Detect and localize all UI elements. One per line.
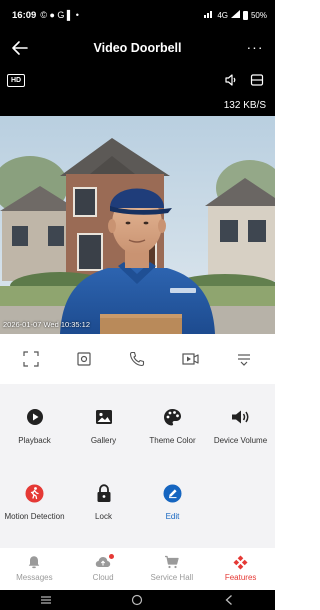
menu-lines-icon xyxy=(40,596,51,604)
feature-theme-color[interactable]: Theme Color xyxy=(138,406,207,446)
feature-label: Gallery xyxy=(90,436,117,445)
feature-playback[interactable]: Playback xyxy=(0,406,69,446)
edit-icon xyxy=(162,482,184,504)
cart-icon xyxy=(164,554,180,570)
feature-motion-detection[interactable]: Motion Detection xyxy=(0,482,69,522)
record-icon xyxy=(182,353,199,365)
feature-label: Playback xyxy=(18,436,51,445)
battery-level: 50% xyxy=(250,10,267,20)
bottom-navigation: Messages Cloud Service Hall Features xyxy=(0,548,275,590)
more-options-button[interactable]: ··· xyxy=(243,36,267,60)
lock-icon xyxy=(93,482,115,504)
nav-cloud[interactable]: Cloud xyxy=(69,554,137,582)
feature-edit[interactable]: Edit xyxy=(138,482,207,522)
notification-icons: © ● G ▌ • xyxy=(40,10,79,20)
screen-mode-icon[interactable] xyxy=(249,72,265,88)
volume-icon xyxy=(230,406,252,428)
screenshot-icon xyxy=(77,352,91,366)
system-back-button[interactable] xyxy=(214,592,244,608)
signal-bars-icon xyxy=(230,10,240,20)
chevron-left-icon xyxy=(225,595,233,605)
feature-label: Motion Detection xyxy=(4,512,65,521)
feature-device-volume[interactable]: Device Volume xyxy=(206,406,275,446)
nav-label: Messages xyxy=(16,573,53,582)
feature-label: Device Volume xyxy=(213,436,268,445)
nav-service-hall[interactable]: Service Hall xyxy=(138,554,206,582)
video-feed[interactable]: HD 132 KB/S 2026-01-07 Wed 10:35:12 xyxy=(0,66,275,334)
doorbell-camera-image xyxy=(0,116,275,334)
arrow-left-icon xyxy=(12,41,28,55)
app-header: Video Doorbell ··· xyxy=(0,30,275,66)
screenshot-button[interactable] xyxy=(66,341,102,377)
nav-label: Service Hall xyxy=(150,573,194,582)
status-bar: 16:09 © ● G ▌ • 4G 50% xyxy=(0,0,275,30)
call-icon xyxy=(130,351,145,367)
motion-detection-icon xyxy=(24,482,46,504)
nav-features[interactable]: Features xyxy=(207,554,275,582)
palette-icon xyxy=(162,406,184,428)
status-time: 16:09 xyxy=(12,9,37,21)
video-timestamp: 2026-01-07 Wed 10:35:12 xyxy=(3,320,91,329)
hd-quality-button[interactable]: HD xyxy=(7,74,26,87)
notification-dot xyxy=(109,554,115,559)
nav-label: Cloud xyxy=(92,573,114,582)
record-button[interactable] xyxy=(173,341,209,377)
system-navigation-bar xyxy=(0,590,275,610)
battery-icon xyxy=(242,10,248,20)
fullscreen-button[interactable] xyxy=(13,341,49,377)
nav-label: Features xyxy=(224,573,257,582)
play-circle-icon xyxy=(24,406,46,428)
bell-icon xyxy=(26,554,42,570)
collapse-menu-button[interactable] xyxy=(226,341,262,377)
network-type: 4G xyxy=(217,10,228,20)
page-title: Video Doorbell xyxy=(93,41,182,55)
fullscreen-icon xyxy=(23,351,39,367)
signal-icon xyxy=(204,10,214,20)
feature-gallery[interactable]: Gallery xyxy=(69,406,138,446)
features-icon xyxy=(233,554,249,570)
nav-messages[interactable]: Messages xyxy=(0,554,68,582)
feature-label: Lock xyxy=(95,512,112,521)
features-panel: Playback Gallery Theme Color Device Volu… xyxy=(0,384,275,548)
feature-lock[interactable]: Lock xyxy=(69,482,138,522)
recent-apps-button[interactable] xyxy=(31,592,61,608)
home-button[interactable] xyxy=(122,592,152,608)
feature-label: Edit xyxy=(165,512,180,521)
speaker-mute-icon[interactable] xyxy=(223,72,239,88)
image-icon xyxy=(93,406,115,428)
feature-label: Theme Color xyxy=(149,436,196,445)
call-button[interactable] xyxy=(119,341,155,377)
home-circle-icon xyxy=(132,594,143,606)
collapse-menu-icon xyxy=(238,354,251,366)
data-rate: 132 KB/S xyxy=(223,100,266,111)
back-button[interactable] xyxy=(8,36,32,60)
video-controls xyxy=(0,334,275,384)
